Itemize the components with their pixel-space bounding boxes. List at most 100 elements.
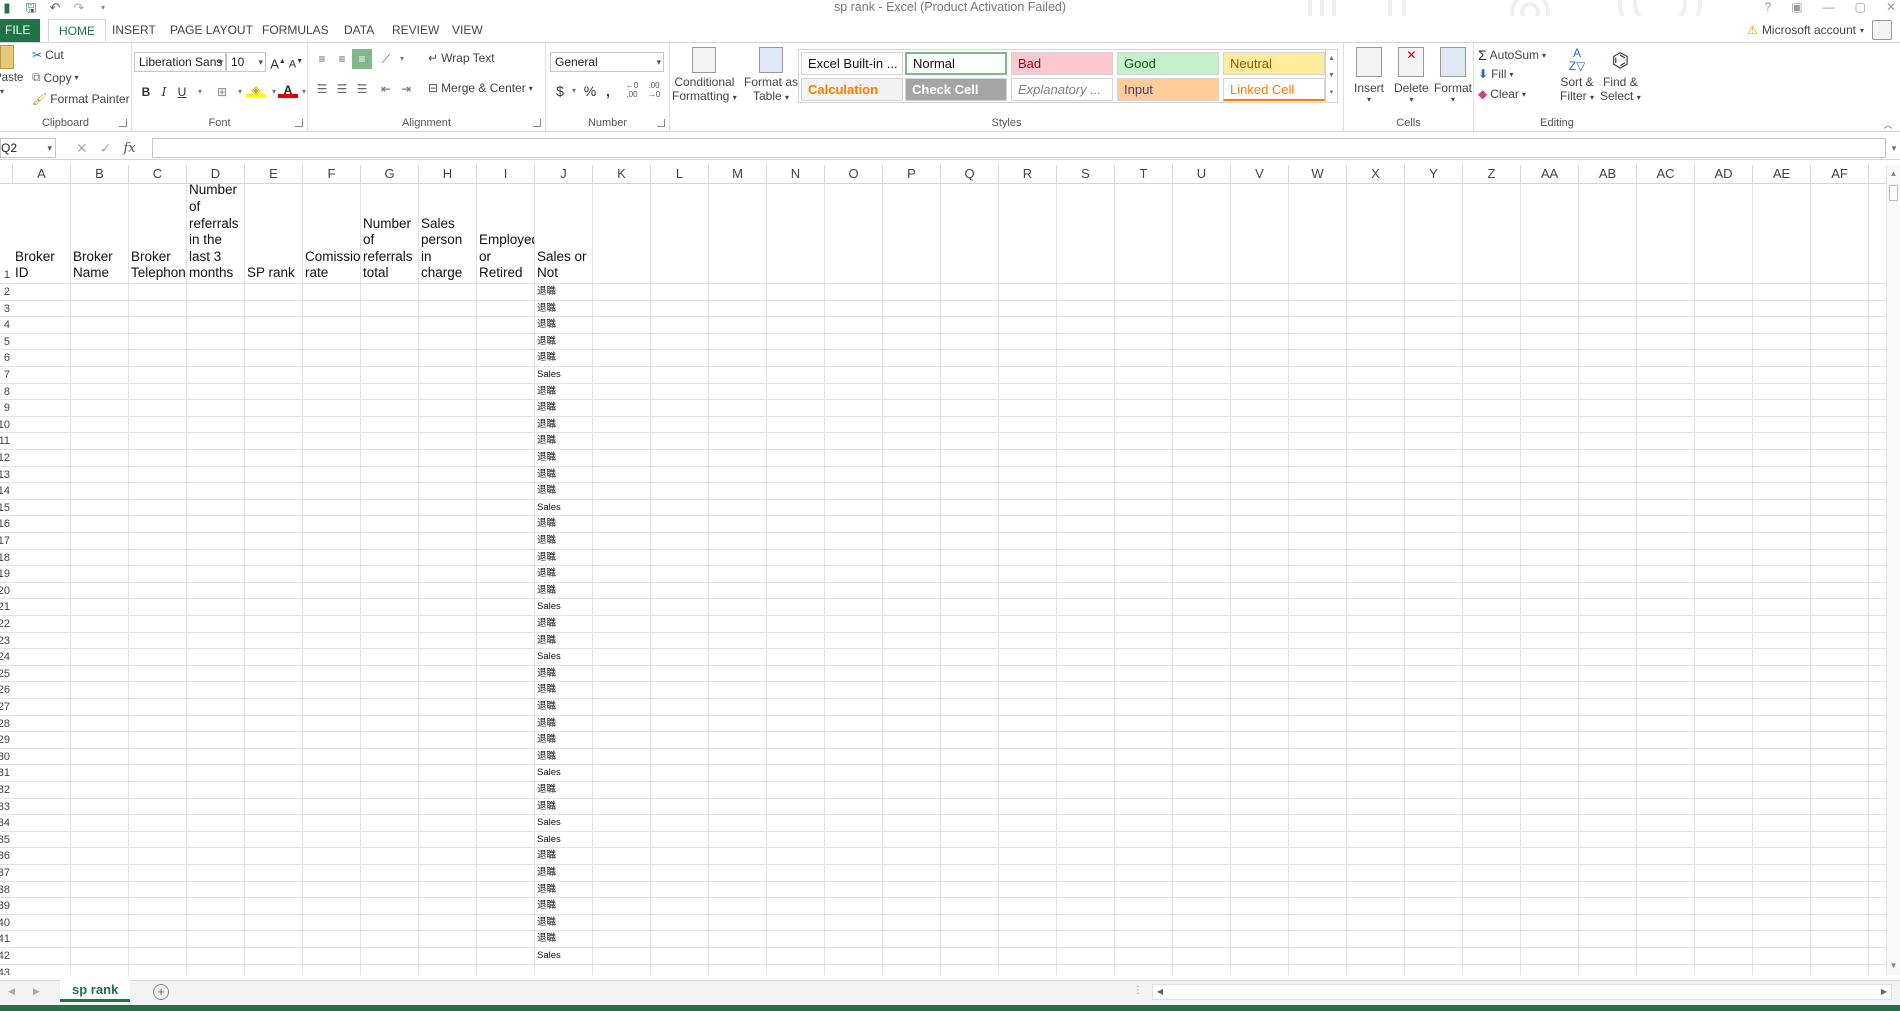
percent-button[interactable]: % bbox=[580, 81, 600, 101]
cell-j27[interactable]: 退職 bbox=[535, 699, 591, 715]
header-cell-e1[interactable]: SP rank bbox=[245, 184, 302, 284]
row-header-31[interactable]: 31 bbox=[0, 765, 13, 782]
decrease-indent-icon[interactable]: ⇤ bbox=[376, 79, 396, 99]
increase-indent-icon[interactable]: ⇥ bbox=[396, 79, 416, 99]
expand-formula-bar-icon[interactable]: ▾ bbox=[1884, 138, 1900, 158]
italic-button[interactable]: I bbox=[154, 82, 174, 102]
cell-j25[interactable]: 退職 bbox=[535, 666, 591, 682]
column-header-m[interactable]: M bbox=[709, 165, 767, 183]
column-header-ad[interactable]: AD bbox=[1695, 165, 1753, 183]
row-header-16[interactable]: 16 bbox=[0, 516, 13, 533]
sheet-tab-sp-rank[interactable]: sp rank bbox=[60, 980, 131, 1002]
column-header-ae[interactable]: AE bbox=[1753, 165, 1811, 183]
align-middle-icon[interactable]: ≡ bbox=[332, 49, 352, 69]
horizontal-scrollbar[interactable]: ⋮ ◀ ▶ bbox=[1133, 984, 1892, 1000]
row-header-27[interactable]: 27 bbox=[0, 699, 13, 716]
orientation-dropdown-icon[interactable]: ▾ bbox=[392, 49, 412, 69]
autosum-button[interactable]: Σ AutoSum ▾ bbox=[1478, 47, 1546, 63]
cell-style-check-cell[interactable]: Check Cell bbox=[905, 78, 1007, 101]
format-cells-button[interactable]: Format ▾ bbox=[1434, 47, 1472, 104]
cell-j12[interactable]: 退職 bbox=[535, 450, 591, 466]
row-header-2[interactable]: 2 bbox=[0, 284, 13, 301]
align-center-icon[interactable]: ☰ bbox=[332, 79, 352, 99]
cell-j37[interactable]: 退職 bbox=[535, 865, 591, 881]
column-header-ac[interactable]: AC bbox=[1637, 165, 1695, 183]
row-header-36[interactable]: 36 bbox=[0, 848, 13, 865]
delete-cells-button[interactable]: ✕ Delete ▾ bbox=[1394, 47, 1429, 104]
cell-j19[interactable]: 退職 bbox=[535, 566, 591, 582]
clear-button[interactable]: ◆ Clear ▾ bbox=[1478, 87, 1526, 101]
row-header-7[interactable]: 7 bbox=[0, 367, 13, 384]
row-header-41[interactable]: 41 bbox=[0, 931, 13, 948]
column-header-u[interactable]: U bbox=[1173, 165, 1231, 183]
header-cell-a1[interactable]: Broker ID bbox=[13, 184, 70, 284]
decrease-decimal-icon[interactable]: .00 →0 bbox=[644, 81, 664, 101]
row-header-43[interactable]: 43 bbox=[0, 965, 13, 975]
copy-button[interactable]: ⧉ Copy ▾ bbox=[32, 70, 79, 85]
column-header-r[interactable]: R bbox=[999, 165, 1057, 183]
row-header-38[interactable]: 38 bbox=[0, 882, 13, 899]
dialog-launcher-icon[interactable] bbox=[533, 119, 541, 127]
column-header-n[interactable]: N bbox=[767, 165, 825, 183]
scroll-right-icon[interactable]: ▶ bbox=[1877, 985, 1891, 999]
row-header-12[interactable]: 12 bbox=[0, 450, 13, 467]
cell-j34[interactable]: Sales bbox=[535, 815, 591, 831]
row-header-28[interactable]: 28 bbox=[0, 716, 13, 733]
cancel-icon[interactable]: ✕ bbox=[76, 140, 88, 157]
row-header-25[interactable]: 25 bbox=[0, 666, 13, 683]
scroll-left-icon[interactable]: ◀ bbox=[1153, 985, 1167, 999]
column-header-v[interactable]: V bbox=[1231, 165, 1289, 183]
collapse-ribbon-icon[interactable]: ︿ bbox=[1878, 115, 1898, 135]
fill-button[interactable]: ⬇ Fill ▾ bbox=[1478, 67, 1513, 81]
row-header-33[interactable]: 33 bbox=[0, 799, 13, 816]
row-header-8[interactable]: 8 bbox=[0, 384, 13, 401]
insert-function-button[interactable]: fx bbox=[123, 141, 135, 156]
column-header-p[interactable]: P bbox=[883, 165, 941, 183]
column-header-l[interactable]: L bbox=[651, 165, 709, 183]
cell-style-linked-cell[interactable]: Linked Cell bbox=[1223, 78, 1325, 101]
scroll-down-icon[interactable]: ▼ bbox=[1887, 959, 1900, 973]
cell-j11[interactable]: 退職 bbox=[535, 433, 591, 449]
cell-j16[interactable]: 退職 bbox=[535, 516, 591, 532]
cell-style-neutral[interactable]: Neutral bbox=[1223, 52, 1325, 75]
find-select-button[interactable]: ⌬ Find & Select ▾ bbox=[1600, 47, 1641, 103]
cell-style-excel-built-in[interactable]: Excel Built-in ... bbox=[801, 52, 903, 75]
sort-filter-button[interactable]: A Z▽ Sort & Filter ▾ bbox=[1560, 47, 1594, 104]
cell-j9[interactable]: 退職 bbox=[535, 400, 591, 416]
column-header-c[interactable]: C bbox=[129, 165, 187, 183]
tab-insert[interactable]: INSERT bbox=[102, 19, 166, 42]
column-header-ab[interactable]: AB bbox=[1579, 165, 1637, 183]
cell-j17[interactable]: 退職 bbox=[535, 533, 591, 549]
row-header-10[interactable]: 10 bbox=[0, 417, 13, 434]
dialog-launcher-icon[interactable] bbox=[657, 119, 665, 127]
cell-j35[interactable]: Sales bbox=[535, 832, 591, 848]
cell-j41[interactable]: 退職 bbox=[535, 931, 591, 947]
row-header-23[interactable]: 23 bbox=[0, 633, 13, 650]
header-cell-c1[interactable]: Broker Telephone bbox=[129, 184, 186, 284]
row-header-5[interactable]: 5 bbox=[0, 334, 13, 351]
cell-j28[interactable]: 退職 bbox=[535, 716, 591, 732]
help-icon[interactable]: ? bbox=[1765, 0, 1772, 14]
header-cell-j1[interactable]: Sales or Not bbox=[535, 184, 592, 284]
align-left-icon[interactable]: ☰ bbox=[312, 79, 332, 99]
name-box[interactable]: Q2 bbox=[0, 138, 56, 158]
cell-j3[interactable]: 退職 bbox=[535, 301, 591, 317]
cell-j18[interactable]: 退職 bbox=[535, 550, 591, 566]
cell-j36[interactable]: 退職 bbox=[535, 848, 591, 864]
cell-j21[interactable]: Sales bbox=[535, 599, 591, 615]
cell-j42[interactable]: Sales bbox=[535, 948, 591, 964]
column-header-a[interactable]: A bbox=[13, 165, 71, 183]
cell-j10[interactable]: 退職 bbox=[535, 417, 591, 433]
column-header-z[interactable]: Z bbox=[1463, 165, 1521, 183]
cut-button[interactable]: ✂ Cut bbox=[32, 48, 64, 62]
column-header-j[interactable]: J bbox=[535, 165, 593, 183]
align-right-icon[interactable]: ☰ bbox=[352, 79, 372, 99]
row-header-22[interactable]: 22 bbox=[0, 616, 13, 633]
align-bottom-icon[interactable]: ≡ bbox=[352, 49, 372, 69]
dialog-launcher-icon[interactable] bbox=[295, 119, 303, 127]
header-cell-f1[interactable]: Comission rate bbox=[303, 184, 360, 284]
column-header-s[interactable]: S bbox=[1057, 165, 1115, 183]
avatar[interactable] bbox=[1872, 20, 1892, 40]
column-header-b[interactable]: B bbox=[71, 165, 129, 183]
header-cell-i1[interactable]: Employed or Retired bbox=[477, 184, 534, 284]
